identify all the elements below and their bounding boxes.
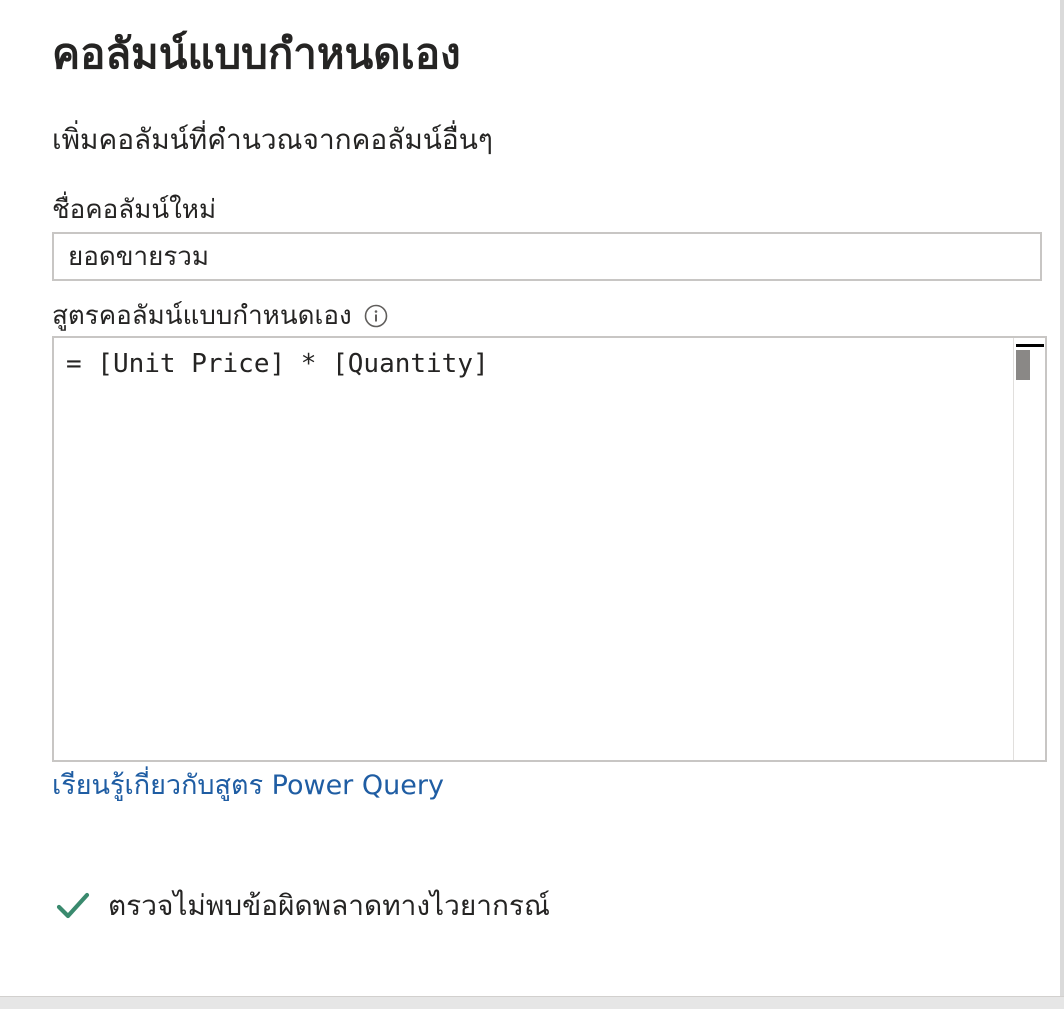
- scrollbar-thumb[interactable]: [1016, 350, 1030, 380]
- formula-label: สูตรคอลัมน์แบบกำหนดเอง: [52, 301, 352, 331]
- dialog-footer-divider: [0, 996, 1064, 1009]
- formula-editor[interactable]: = [Unit Price] * [Quantity]: [52, 336, 1047, 762]
- dialog-right-border: [1060, 0, 1064, 996]
- syntax-status: ตรวจไม่พบข้อผิดพลาดทางไวยากรณ์: [56, 884, 550, 928]
- custom-column-dialog: คอลัมน์แบบกำหนดเอง เพิ่มคอลัมน์ที่คำนวณจ…: [0, 0, 1064, 996]
- formula-text[interactable]: = [Unit Price] * [Quantity]: [66, 346, 489, 382]
- info-icon[interactable]: [364, 304, 388, 328]
- checkmark-icon: [56, 889, 90, 923]
- column-name-label: ชื่อคอลัมน์ใหม่: [52, 195, 217, 225]
- learn-power-query-link[interactable]: เรียนรู้เกี่ยวกับสูตร Power Query: [52, 766, 444, 806]
- dialog-title: คอลัมน์แบบกำหนดเอง: [52, 29, 461, 78]
- column-name-input[interactable]: [52, 232, 1042, 281]
- formula-label-row: สูตรคอลัมน์แบบกำหนดเอง: [52, 296, 388, 336]
- dialog-description: เพิ่มคอลัมน์ที่คำนวณจากคอลัมน์อื่นๆ: [52, 123, 493, 156]
- scrollbar-top-line: [1016, 344, 1044, 347]
- syntax-status-text: ตรวจไม่พบข้อผิดพลาดทางไวยากรณ์: [108, 889, 550, 922]
- formula-scrollbar[interactable]: [1013, 338, 1045, 760]
